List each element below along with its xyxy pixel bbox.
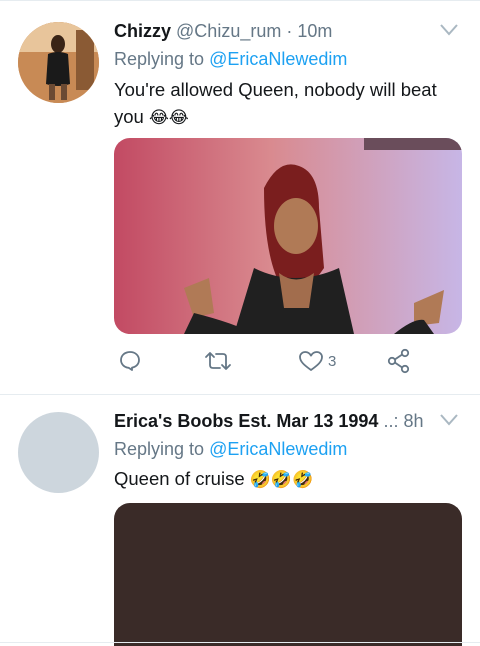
tweet-text: Queen of cruise 🤣🤣🤣 [114, 465, 458, 493]
tweet-header: Erica's Boobs Est. Mar 13 1994 ..: 8h [114, 408, 440, 434]
user-handle[interactable]: @Chizu_rum [176, 21, 281, 41]
tweet-emojis: 😂😂 [148, 108, 189, 127]
share-button[interactable] [386, 346, 412, 376]
reply-icon [120, 351, 140, 371]
like-button[interactable]: 3 [298, 346, 336, 376]
timestamp[interactable]: 10m [297, 21, 332, 41]
replying-prefix: Replying to [114, 439, 205, 459]
reply-button[interactable] [118, 346, 142, 376]
tweet-header: Chizzy @Chizu_rum · 10m [114, 18, 440, 44]
tweet[interactable]: Chizzy @Chizu_rum · 10m Replying to @Eri… [0, 0, 480, 395]
tweet-emojis: 🤣🤣🤣 [249, 470, 314, 489]
replying-to: Replying to @EricaNlewedim [114, 436, 347, 462]
tweet-image[interactable] [114, 503, 462, 646]
replying-to: Replying to @EricaNlewedim [114, 46, 347, 72]
replying-prefix: Replying to [114, 49, 205, 69]
reply-mention-link[interactable]: @EricaNlewedim [209, 49, 347, 69]
chevron-down-icon[interactable] [440, 24, 458, 36]
heart-icon [299, 351, 323, 371]
display-name[interactable]: Chizzy [114, 21, 171, 41]
tweet-image[interactable] [114, 138, 462, 334]
timestamp[interactable]: 8h [403, 411, 423, 431]
separator: · [286, 21, 293, 41]
retweet-button[interactable] [204, 346, 232, 376]
avatar[interactable] [18, 412, 99, 493]
separator: ..: [383, 411, 399, 431]
reply-mention-link[interactable]: @EricaNlewedim [209, 439, 347, 459]
retweet-icon [205, 352, 231, 370]
bottom-divider [0, 642, 480, 643]
share-icon [387, 348, 410, 374]
avatar[interactable] [18, 22, 99, 103]
tweet-actions: 3 [114, 346, 434, 376]
chevron-down-icon[interactable] [440, 414, 458, 426]
like-count: 3 [328, 352, 337, 370]
tweet-body: Queen of cruise [114, 468, 245, 489]
display-name[interactable]: Erica's Boobs Est. Mar 13 1994 [114, 411, 378, 431]
tweet-text: You're allowed Queen, nobody will beat y… [114, 76, 458, 131]
